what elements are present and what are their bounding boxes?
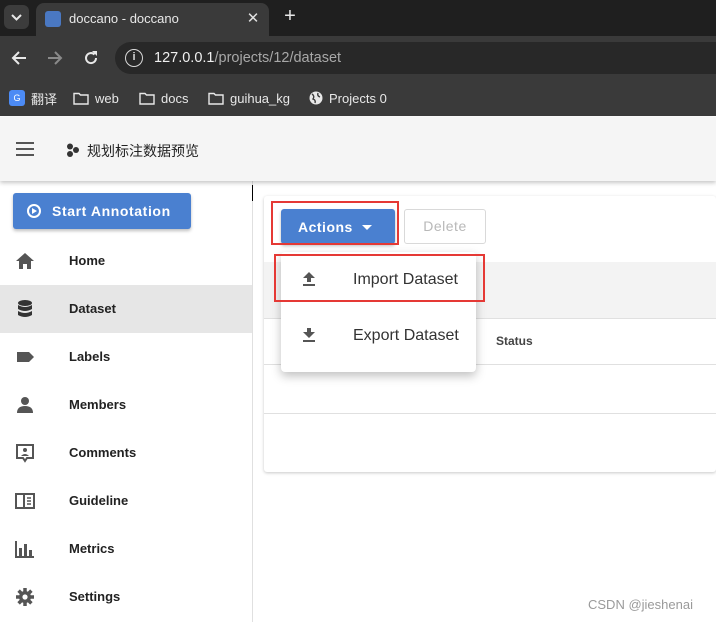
bookmark-guihua-kg[interactable]: guihua_kg xyxy=(208,88,290,108)
table-row-divider xyxy=(264,413,716,414)
upload-icon xyxy=(303,272,315,286)
sidebar-item-settings[interactable]: Settings xyxy=(0,573,252,621)
watermark-text: CSDN @jieshenai xyxy=(588,597,693,612)
chart-icon xyxy=(15,541,34,558)
doccano-favicon-icon xyxy=(45,11,61,27)
actions-menu: Import Dataset Export Dataset xyxy=(281,252,476,372)
database-icon xyxy=(18,300,32,317)
sidebar-item-label: Comments xyxy=(69,445,137,460)
close-icon[interactable]: ✕ xyxy=(242,9,264,29)
tab-title: doccano - doccano xyxy=(69,11,179,26)
bookmark-label: guihua_kg xyxy=(230,90,290,106)
bookmark-docs[interactable]: docs xyxy=(139,88,188,108)
project-title[interactable]: 规划标注数据预览 xyxy=(87,141,199,161)
bookmark-label: docs xyxy=(161,90,189,106)
sidebar-item-home[interactable]: Home xyxy=(0,237,252,285)
tab-search-button[interactable] xyxy=(4,5,29,29)
person-icon xyxy=(17,397,33,413)
gear-icon xyxy=(16,588,34,606)
menu-item-import-dataset[interactable]: Import Dataset xyxy=(281,252,476,308)
globe-icon xyxy=(309,91,323,105)
sidebar-item-label: Metrics xyxy=(69,541,115,556)
download-icon xyxy=(303,328,315,342)
sidebar: Start Annotation Home Dataset Labels Mem… xyxy=(0,181,253,622)
folder-icon xyxy=(73,92,89,105)
home-icon xyxy=(16,253,34,269)
sidebar-item-label: Home xyxy=(69,253,106,268)
text-cursor xyxy=(252,185,253,201)
browser-tab-bar: doccano - doccano ✕ + xyxy=(0,0,716,36)
site-info-icon[interactable]: i xyxy=(125,49,143,67)
book-icon xyxy=(15,493,35,509)
sidebar-item-label: Guideline xyxy=(69,493,129,508)
back-arrow-icon[interactable] xyxy=(8,47,30,69)
start-annotation-button[interactable]: Start Annotation xyxy=(13,193,191,229)
reload-icon[interactable] xyxy=(80,47,102,69)
sidebar-item-dataset[interactable]: Dataset xyxy=(0,285,252,333)
sidebar-item-labels[interactable]: Labels xyxy=(0,333,252,381)
actions-label: Actions xyxy=(298,219,353,235)
sidebar-item-guideline[interactable]: Guideline xyxy=(0,477,252,525)
delete-button[interactable]: Delete xyxy=(404,209,486,244)
label-icon xyxy=(17,352,34,362)
bookmark-label: 翻译 xyxy=(31,91,58,107)
bookmark-web[interactable]: web xyxy=(73,88,119,108)
browser-tab[interactable]: doccano - doccano ✕ xyxy=(36,3,269,36)
menu-item-export-dataset[interactable]: Export Dataset xyxy=(281,308,476,364)
bookmarks-bar: G 翻译 web docs guihua_kg Projects 0 xyxy=(0,80,716,116)
bookmark-translate[interactable]: G 翻译 xyxy=(9,88,57,108)
menu-item-label: Import Dataset xyxy=(353,271,458,288)
sidebar-item-comments[interactable]: Comments xyxy=(0,429,252,477)
sidebar-item-label: Labels xyxy=(69,349,111,364)
sidebar-item-label: Members xyxy=(69,397,127,412)
sidebar-item-label: Dataset xyxy=(69,301,116,316)
project-logo-icon xyxy=(67,143,79,157)
translate-icon: G xyxy=(9,90,25,106)
app-bar: 规划标注数据预览 xyxy=(0,117,716,181)
url-field[interactable]: i 127.0.0.1/projects/12/dataset xyxy=(115,42,716,74)
new-tab-plus-icon[interactable]: + xyxy=(279,5,301,27)
forward-arrow-icon[interactable] xyxy=(44,47,66,69)
sidebar-item-members[interactable]: Members xyxy=(0,381,252,429)
bookmark-projects[interactable]: Projects 0 xyxy=(309,88,387,108)
start-annotation-label: Start Annotation xyxy=(52,203,171,219)
folder-icon xyxy=(139,92,155,105)
menu-item-label: Export Dataset xyxy=(353,327,459,344)
bookmark-label: Projects 0 xyxy=(329,90,387,106)
folder-icon xyxy=(208,92,224,105)
actions-button[interactable]: Actions xyxy=(281,209,395,244)
bookmark-label: web xyxy=(95,90,119,106)
url-host: 127.0.0.1 xyxy=(154,50,215,66)
chevron-down-icon xyxy=(11,14,22,21)
sidebar-item-metrics[interactable]: Metrics xyxy=(0,525,252,573)
url-path: /projects/12/dataset xyxy=(214,50,342,66)
browser-address-bar: i 127.0.0.1/projects/12/dataset xyxy=(0,36,716,80)
play-circle-icon xyxy=(27,204,41,218)
sidebar-item-label: Settings xyxy=(69,589,121,604)
url-text: 127.0.0.1/projects/12/dataset xyxy=(154,50,341,66)
caret-down-icon xyxy=(362,225,372,230)
comment-icon xyxy=(16,444,34,463)
menu-icon[interactable] xyxy=(16,142,34,156)
status-column-header[interactable]: Status xyxy=(496,334,533,348)
